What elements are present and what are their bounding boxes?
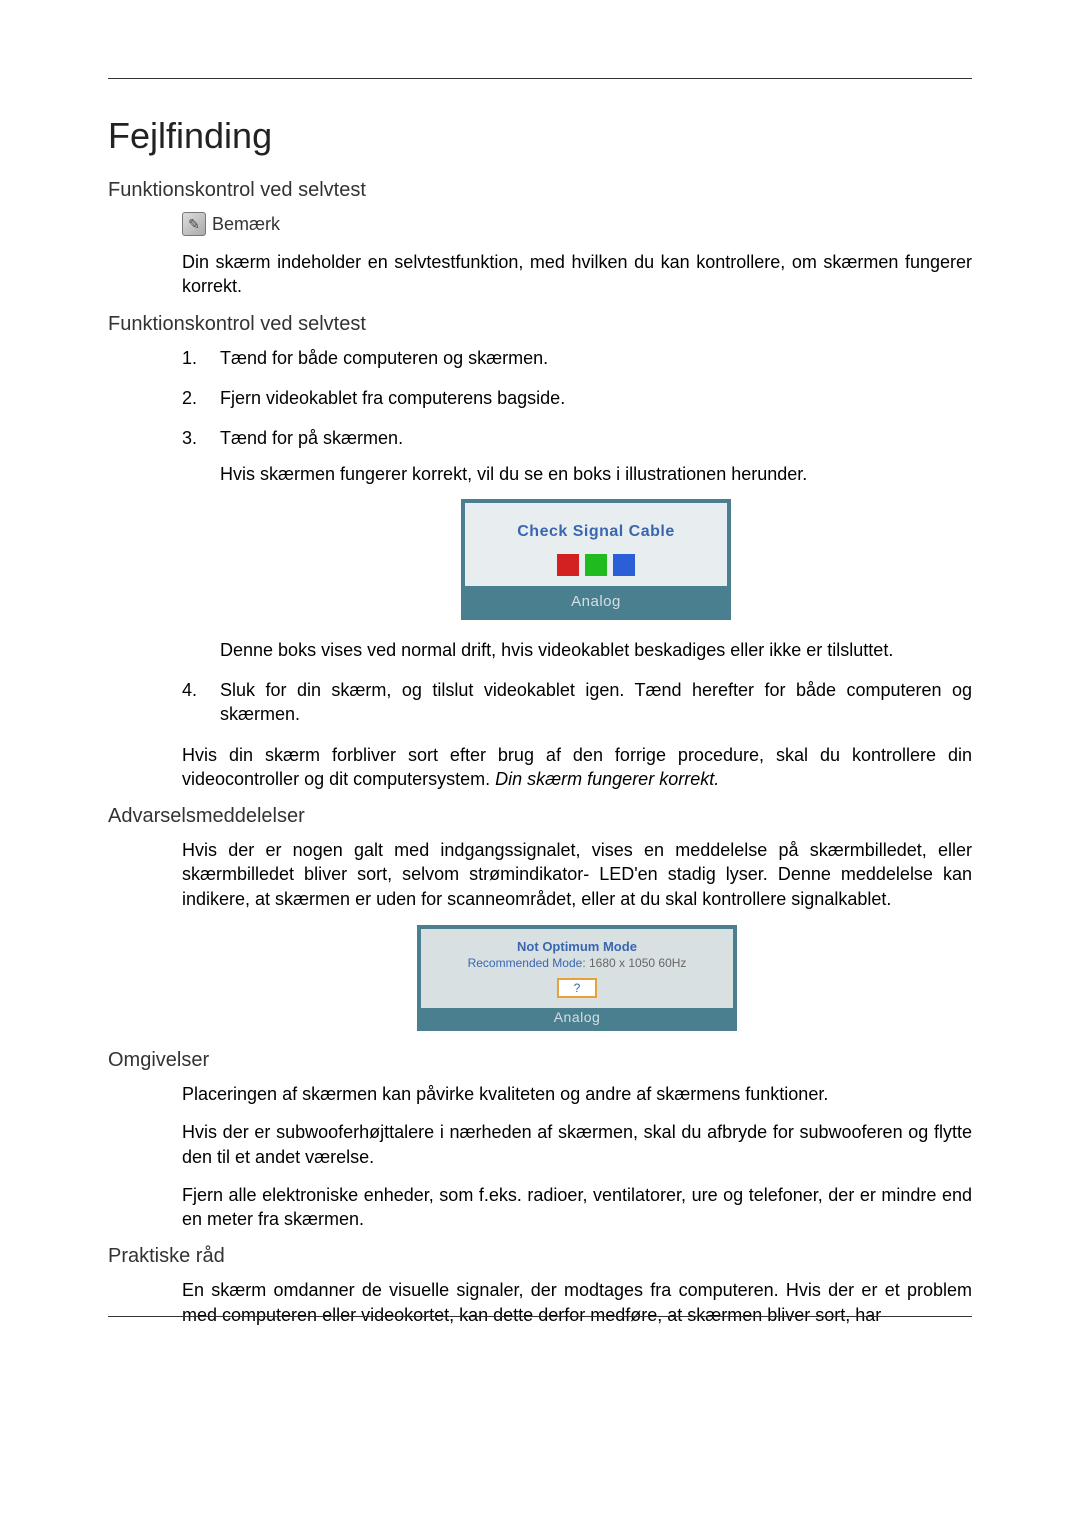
osd-body: Not Optimum Mode Recommended Mode: 1680 …: [421, 929, 733, 1008]
note-row: ✎ Bemærk: [182, 212, 972, 236]
section-body: Hvis der er nogen galt med indgangssigna…: [182, 838, 972, 1031]
paragraph: Fjern alle elektroniske enheder, som f.e…: [182, 1183, 972, 1232]
osd-line1: Not Optimum Mode: [427, 939, 727, 954]
top-rule: [108, 78, 972, 79]
section-body: Placeringen af skærmen kan påvirke kvali…: [182, 1082, 972, 1231]
section-heading-warnings: Advarselsmeddelelser: [108, 805, 972, 828]
osd-footer: Analog: [465, 590, 727, 615]
list-text: Tænd for på skærmen.: [220, 426, 972, 450]
page-title: Fejlfinding: [108, 115, 972, 157]
list-text: Fjern videokablet fra computerens bagsid…: [220, 386, 972, 410]
section-body: ✎ Bemærk Din skærm indeholder en selvtes…: [182, 212, 972, 299]
list-text: Hvis skærmen fungerer korrekt, vil du se…: [220, 462, 972, 486]
osd-line2-value: : 1680 x 1050 60Hz: [582, 956, 686, 970]
list-text: Denne boks vises ved normal drift, hvis …: [220, 638, 972, 662]
note-label: Bemærk: [212, 214, 280, 235]
osd-line2-label: Recommended Mode: [468, 956, 583, 970]
list-item: Tænd for på skærmen. Hvis skærmen funger…: [182, 426, 972, 662]
osd-check-signal: Check Signal Cable Analog: [461, 499, 731, 620]
paragraph: Hvis din skærm forbliver sort efter brug…: [182, 743, 972, 792]
section-heading-tips: Praktiske råd: [108, 1245, 972, 1268]
italic-text: Din skærm fungerer korrekt.: [495, 769, 719, 789]
figure-wrap: Check Signal Cable Analog: [220, 499, 972, 620]
red-square: [557, 554, 579, 576]
note-text: Din skærm indeholder en selvtestfunktion…: [182, 250, 972, 299]
section-heading-selftest-1: Funktionskontrol ved selvtest: [108, 179, 972, 202]
osd-not-optimum: Not Optimum Mode Recommended Mode: 1680 …: [417, 925, 737, 1031]
list-item: Tænd for både computeren og skærmen.: [182, 346, 972, 370]
list-item: Sluk for din skærm, og tilslut videokabl…: [182, 678, 972, 727]
osd-body: Check Signal Cable: [465, 503, 727, 587]
section-body: Tænd for både computeren og skærmen. Fje…: [182, 346, 972, 792]
document-page: Fejlfinding Funktionskontrol ved selvtes…: [0, 0, 1080, 1327]
osd-help-button: ?: [557, 978, 597, 998]
green-square: [585, 554, 607, 576]
list-item: Fjern videokablet fra computerens bagsid…: [182, 386, 972, 410]
list-text: Sluk for din skærm, og tilslut videokabl…: [220, 678, 972, 727]
osd-title: Check Signal Cable: [473, 521, 719, 543]
list-text: Tænd for både computeren og skærmen.: [220, 346, 972, 370]
osd-line2: Recommended Mode: 1680 x 1050 60Hz: [427, 956, 727, 970]
paragraph: En skærm omdanner de visuelle signaler, …: [182, 1278, 972, 1327]
section-body: En skærm omdanner de visuelle signaler, …: [182, 1278, 972, 1327]
ordered-list: Tænd for både computeren og skærmen. Fje…: [182, 346, 972, 727]
rgb-squares: [473, 554, 719, 576]
figure-wrap: Not Optimum Mode Recommended Mode: 1680 …: [182, 925, 972, 1031]
osd-footer: Analog: [421, 1008, 733, 1027]
paragraph: Placeringen af skærmen kan påvirke kvali…: [182, 1082, 972, 1106]
paragraph: Hvis der er nogen galt med indgangssigna…: [182, 838, 972, 911]
bottom-rule: [108, 1316, 972, 1317]
paragraph: Hvis der er subwooferhøjttalere i nærhed…: [182, 1120, 972, 1169]
blue-square: [613, 554, 635, 576]
note-icon: ✎: [182, 212, 206, 236]
section-heading-selftest-2: Funktionskontrol ved selvtest: [108, 313, 972, 336]
section-heading-environment: Omgivelser: [108, 1049, 972, 1072]
